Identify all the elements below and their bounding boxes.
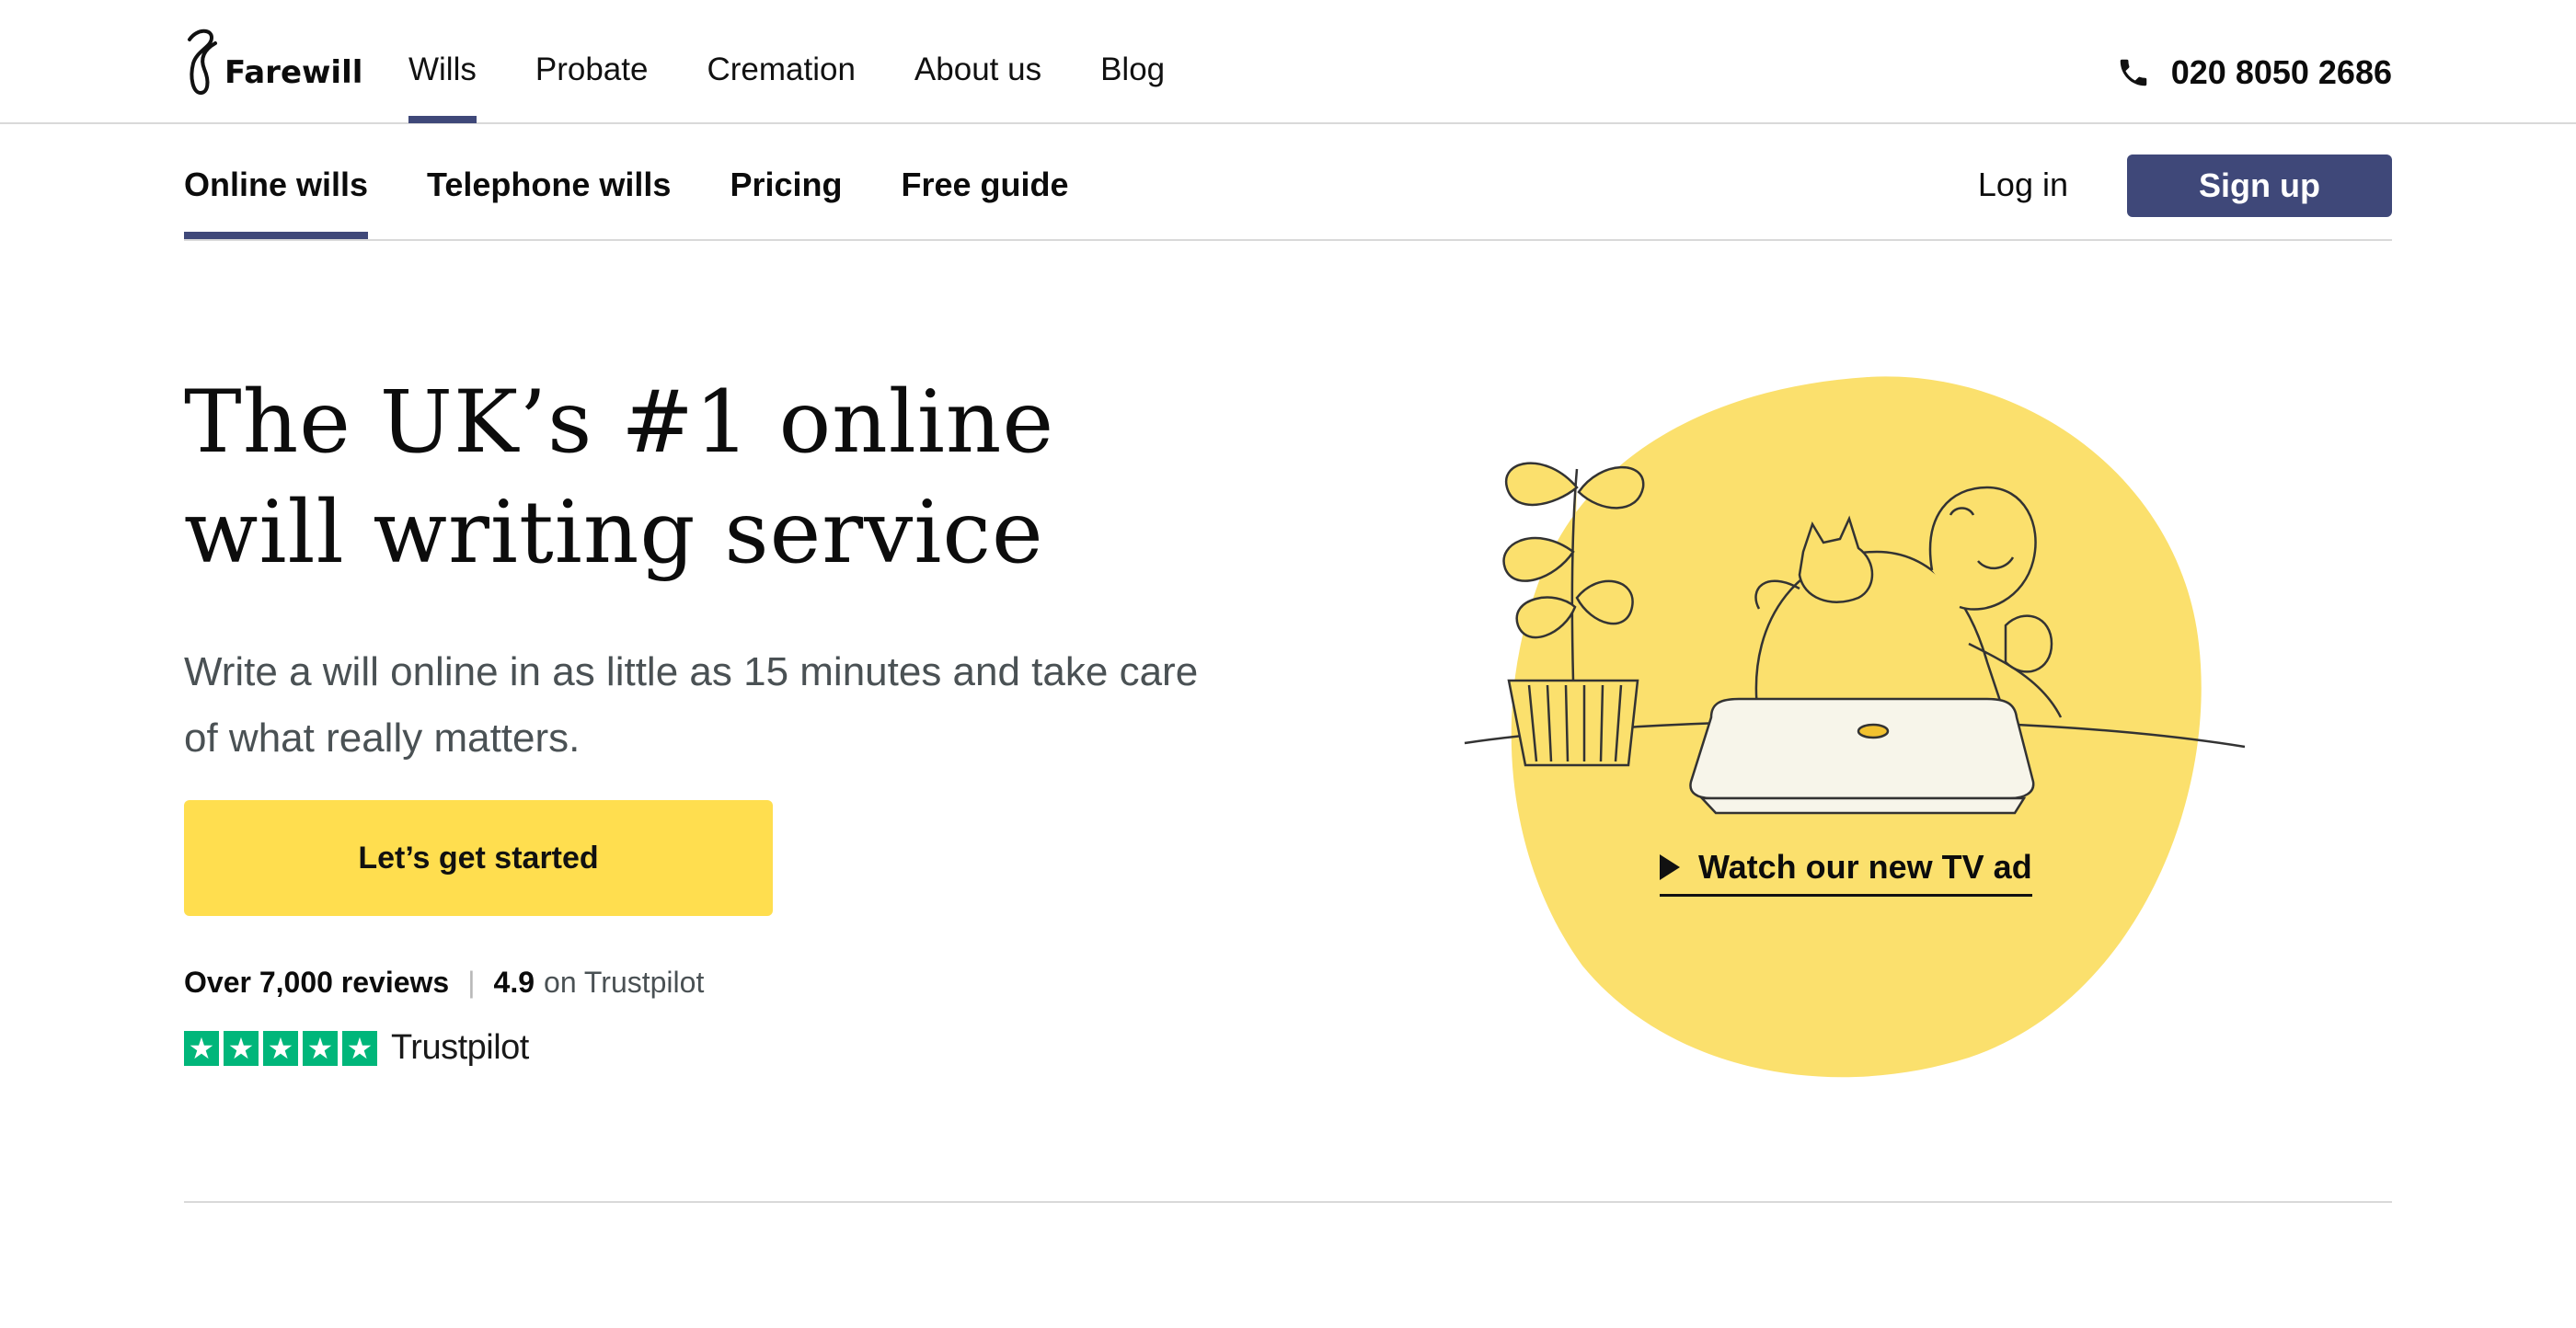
tab-pricing[interactable]: Pricing — [730, 166, 842, 239]
trustpilot-badge[interactable]: ★ ★ ★ ★ ★ Trustpilot — [184, 1028, 529, 1068]
hero-subtitle: Write a will online in as little as 15 m… — [184, 649, 1199, 761]
tab-online-wills[interactable]: Online wills — [184, 166, 369, 239]
laptop-illustration — [1689, 697, 2035, 815]
phone-icon — [2120, 59, 2146, 86]
signup-button[interactable]: Sign up — [2127, 155, 2392, 217]
top-navigation-bar: Farewill Wills Probate Cremation About u… — [0, 0, 2576, 124]
phone-number: 020 8050 2686 — [2170, 53, 2392, 91]
rating-value: 4.9 — [493, 966, 535, 999]
nav-item-probate[interactable]: Probate — [535, 52, 649, 123]
nav-item-blog[interactable]: Blog — [1100, 52, 1165, 123]
hero-headline: The UK’s #1 online will writing service — [184, 368, 1054, 589]
tab-telephone-wills[interactable]: Telephone wills — [427, 166, 671, 239]
headline-line-1: The UK’s #1 online — [184, 372, 1055, 473]
headline-line-2: will writing service — [184, 483, 1044, 583]
section-divider — [184, 1201, 2392, 1203]
farewill-logo-icon — [188, 29, 217, 96]
plant-pot-icon — [1507, 679, 1639, 767]
tv-ad-label: Watch our new TV ad — [1698, 848, 2032, 886]
brand-name: Farewill — [224, 54, 363, 91]
main-nav: Wills Probate Cremation About us Blog — [408, 52, 1224, 123]
reviews-count: Over 7,000 reviews — [184, 966, 450, 999]
sub-navigation-bar: Online wills Telephone wills Pricing Fre… — [184, 124, 2392, 241]
star-icon: ★ — [263, 1030, 298, 1066]
phone-link[interactable]: 020 8050 2686 — [2116, 53, 2392, 92]
star-icon: ★ — [303, 1030, 338, 1066]
star-icon: ★ — [224, 1030, 259, 1066]
watch-tv-ad-link[interactable]: Watch our new TV ad — [1660, 848, 2032, 897]
hero-illustration — [1464, 376, 2246, 1078]
farewill-logo[interactable]: Farewill — [184, 26, 362, 99]
get-started-button[interactable]: Let’s get started — [184, 800, 773, 916]
tab-free-guide[interactable]: Free guide — [901, 166, 1068, 239]
nav-item-wills[interactable]: Wills — [408, 52, 477, 123]
nav-item-cremation[interactable]: Cremation — [707, 52, 855, 123]
sub-nav-tabs: Online wills Telephone wills Pricing Fre… — [184, 166, 1128, 239]
login-link[interactable]: Log in — [1978, 166, 2068, 204]
reviews-divider: | — [467, 966, 476, 999]
star-icon: ★ — [184, 1030, 219, 1066]
reviews-summary: Over 7,000 reviews | 4.9 on Trustpilot — [184, 966, 704, 1000]
trustpilot-logo-text: Trustpilot — [391, 1028, 529, 1067]
nav-item-about-us[interactable]: About us — [914, 52, 1041, 123]
star-icon: ★ — [342, 1030, 377, 1066]
play-icon — [1660, 854, 1680, 880]
rating-source: on Trustpilot — [544, 966, 705, 999]
